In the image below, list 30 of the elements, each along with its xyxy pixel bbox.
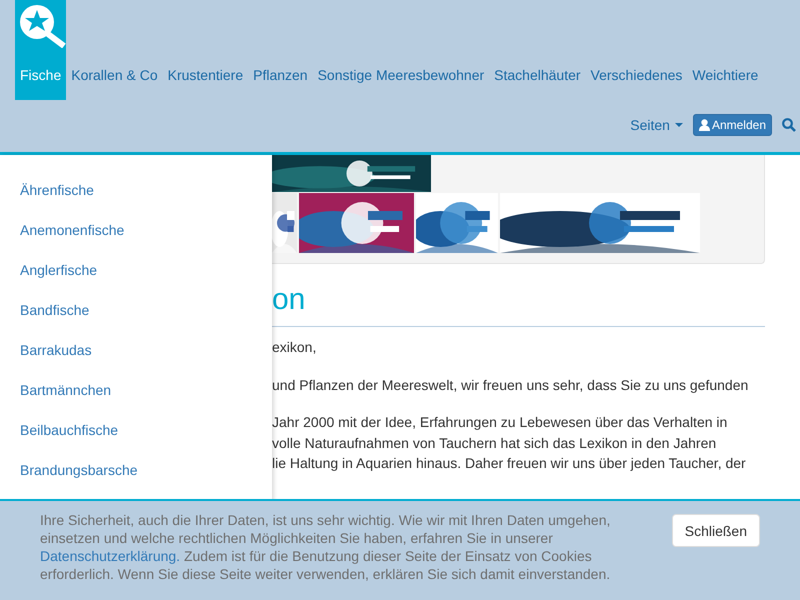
sidebar-item[interactable]: Anglerfische — [0, 250, 272, 290]
page-heading: on — [272, 264, 765, 327]
nav-tab[interactable]: Stachelhäuter — [489, 50, 586, 100]
nav-tab[interactable]: Weichtiere — [687, 50, 764, 100]
paragraph-line: exikon, — [272, 338, 318, 357]
caret-icon — [674, 123, 683, 127]
close-button[interactable]: Schließen — [672, 514, 760, 547]
cookie-notice-text: Ihre Sicherheit, auch die Ihrer Daten, ist uns sehr wichtig. Wie wir mit Ihren Daten umgehen, einsetzen und welche rechtlichen Möglichkeiten Sie haben, erfahren Sie in unserer Datenschutzerklärung. Zudem ist für die Benutzung dieser Seite der Einsatz von Cookies erforderlich. Wenn Sie diese Seite weiter verwenden, erklären Sie sich damit einverstanden. — [40, 511, 612, 584]
user-icon — [698, 119, 710, 131]
sidebar-item[interactable]: Beilbauchfische — [0, 410, 272, 450]
login-button[interactable]: Anmelden — [692, 114, 772, 136]
nav-tab[interactable]: Verschiedenes — [586, 50, 688, 100]
paragraph-line: volle Naturaufnahmen von Tauchern hat sich das Lexikon in den Jahren — [272, 434, 718, 452]
sidebar-item[interactable]: Anemonenfische — [0, 210, 272, 250]
pages-menu[interactable]: Seiten — [630, 117, 683, 133]
sidebar-item[interactable]: Brandungsbarsche — [0, 450, 272, 490]
sidebar-item[interactable]: Bandfische — [0, 290, 272, 330]
nav-tab[interactable]: Sonstige Meeresbewohner — [312, 50, 490, 100]
search-icon[interactable] — [782, 118, 796, 132]
nav-tab[interactable]: Pflanzen — [248, 50, 313, 100]
nav-tab[interactable]: Fische — [15, 50, 66, 100]
nav-tab[interactable]: Krustentiere — [162, 50, 248, 100]
sidebar-item[interactable]: Bartmännchen — [0, 370, 272, 410]
paragraph-line: und Pflanzen der Meereswelt, wir freuen uns sehr, dass Sie zu uns gefunden — [272, 376, 750, 395]
nav-tab[interactable]: Korallen & Co — [66, 50, 163, 100]
sidebar-item[interactable]: Barrakudas — [0, 330, 272, 370]
sidebar-item[interactable]: Ährenfische — [0, 170, 272, 210]
privacy-link[interactable]: Datenschutzerklärung. — [40, 548, 180, 564]
paragraph-line: Jahr 2000 mit der Idee, Erfahrungen zu Lebewesen über das Verhalten in — [272, 413, 728, 432]
paragraph-line: lie Haltung in Aquarien hinaus. Daher freuen wir uns über jeden Taucher, der — [272, 454, 747, 473]
